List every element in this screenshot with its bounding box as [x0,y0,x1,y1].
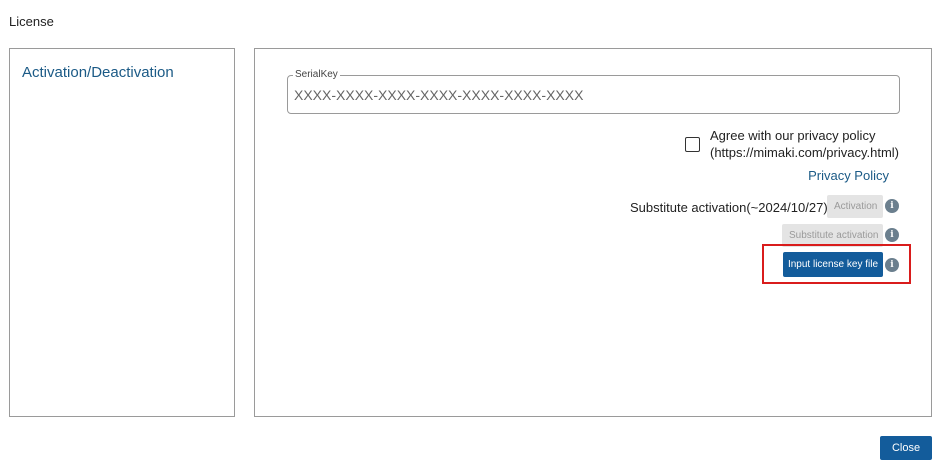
substitute-activation-button[interactable]: Substitute activation [782,224,883,247]
activation-button[interactable]: Activation [827,195,883,218]
main-panel: SerialKey Agree with our privacy policy … [254,48,932,417]
info-icon[interactable]: i [885,199,899,213]
input-license-key-file-button[interactable]: Input license key file [783,252,883,277]
substitute-activation-label: Substitute activation(~2024/10/27) [630,200,828,215]
privacy-agree-row: Agree with our privacy policy (https://m… [684,127,899,161]
close-button[interactable]: Close [880,436,932,460]
privacy-agree-line2: (https://mimaki.com/privacy.html) [709,145,899,160]
privacy-agree-checkbox[interactable] [684,137,700,152]
sidebar-item-activation-deactivation[interactable]: Activation/Deactivation [22,64,174,81]
serial-key-label: SerialKey [293,69,340,80]
privacy-agree-line1: Agree with our privacy policy [709,128,876,143]
window-title: License [9,14,54,29]
info-icon[interactable]: i [885,228,899,242]
serial-key-input[interactable] [294,87,884,103]
privacy-policy-link[interactable]: Privacy Policy [808,168,889,183]
sidebar: Activation/Deactivation [9,48,235,417]
info-icon[interactable]: i [885,258,899,272]
privacy-agree-text: Agree with our privacy policy (https://m… [710,127,899,161]
serial-key-field: SerialKey [287,69,900,114]
